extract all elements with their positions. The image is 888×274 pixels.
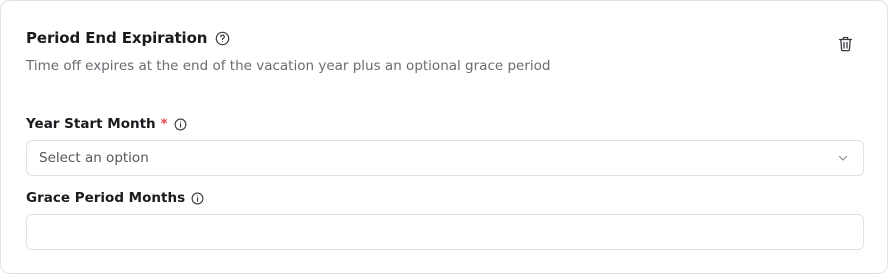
year-start-month-label: Year Start Month: [26, 116, 156, 132]
info-icon[interactable]: [174, 118, 187, 131]
period-end-expiration-card: Period End Expiration Time off expires a…: [0, 0, 888, 274]
section-title: Period End Expiration: [26, 29, 208, 47]
select-value: Select an option: [39, 150, 149, 166]
chevron-down-icon: [837, 152, 849, 164]
info-icon[interactable]: [191, 192, 204, 205]
trash-icon: [838, 36, 853, 52]
year-start-month-label-row: Year Start Month *: [26, 116, 187, 132]
delete-button[interactable]: [835, 34, 855, 54]
help-circle-icon[interactable]: [215, 31, 230, 46]
card-header: Period End Expiration: [26, 29, 230, 47]
grace-period-months-label: Grace Period Months: [26, 190, 186, 206]
year-start-month-select[interactable]: Select an option: [26, 140, 864, 176]
section-subtitle: Time off expires at the end of the vacat…: [26, 58, 551, 74]
required-indicator: *: [160, 116, 168, 132]
grace-period-months-label-row: Grace Period Months: [26, 190, 204, 206]
grace-period-months-input[interactable]: [26, 214, 864, 250]
